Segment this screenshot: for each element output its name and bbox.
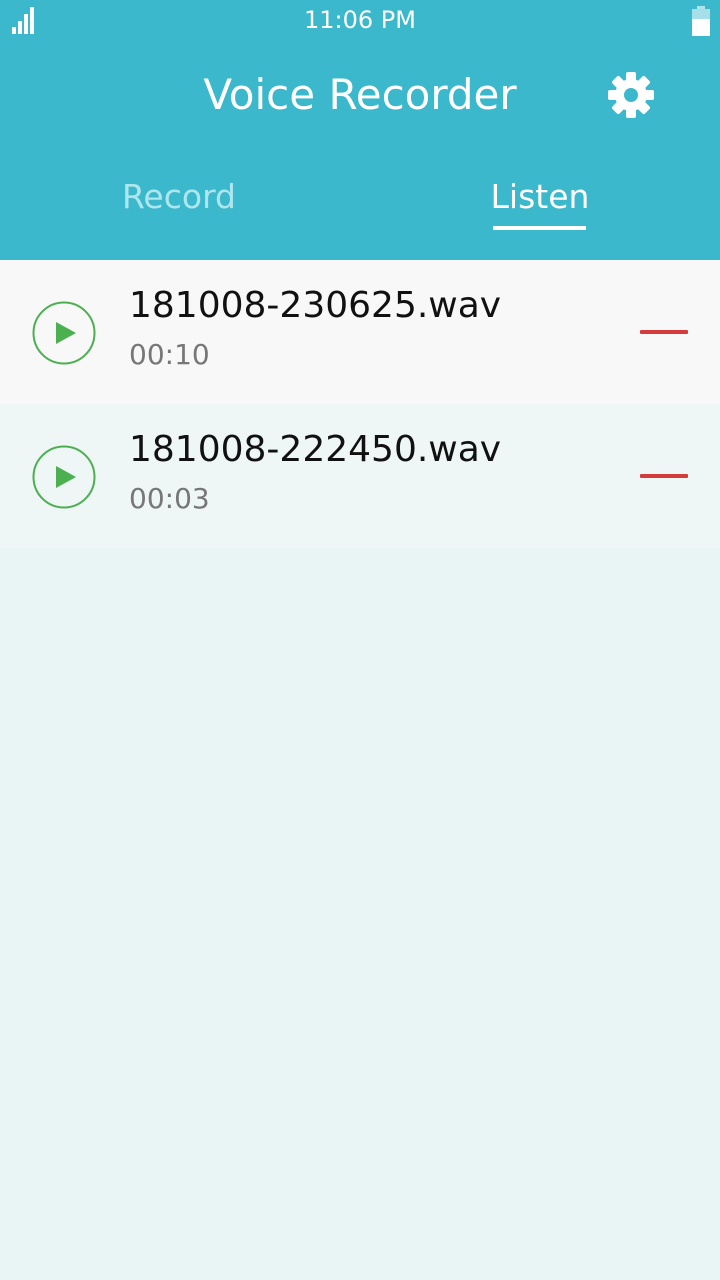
recording-duration: 00:03	[129, 482, 210, 515]
minus-icon	[640, 330, 688, 334]
status-time: 11:06 PM	[304, 6, 416, 34]
recording-name: 181008-230625.wav	[129, 285, 502, 326]
play-button[interactable]	[32, 445, 96, 509]
app-header: 11:06 PM Voice Recorder Record Listen	[0, 0, 720, 260]
recordings-list: 181008-230625.wav 00:10 181008-222450.wa…	[0, 260, 720, 548]
play-button[interactable]	[32, 301, 96, 365]
delete-button[interactable]	[630, 456, 698, 496]
gear-icon	[608, 72, 654, 118]
tab-record[interactable]: Record	[79, 172, 279, 236]
recording-item[interactable]: 181008-230625.wav 00:10	[0, 260, 720, 404]
recording-duration: 00:10	[129, 338, 210, 371]
status-bar: 11:06 PM	[0, 0, 720, 40]
settings-button[interactable]	[604, 68, 658, 122]
play-icon	[32, 301, 96, 365]
battery-icon	[692, 6, 710, 36]
active-tab-indicator	[493, 226, 586, 230]
minus-icon	[640, 474, 688, 478]
play-icon	[32, 445, 96, 509]
recording-name: 181008-222450.wav	[129, 429, 502, 470]
recording-item[interactable]: 181008-222450.wav 00:03	[0, 404, 720, 548]
delete-button[interactable]	[630, 312, 698, 352]
